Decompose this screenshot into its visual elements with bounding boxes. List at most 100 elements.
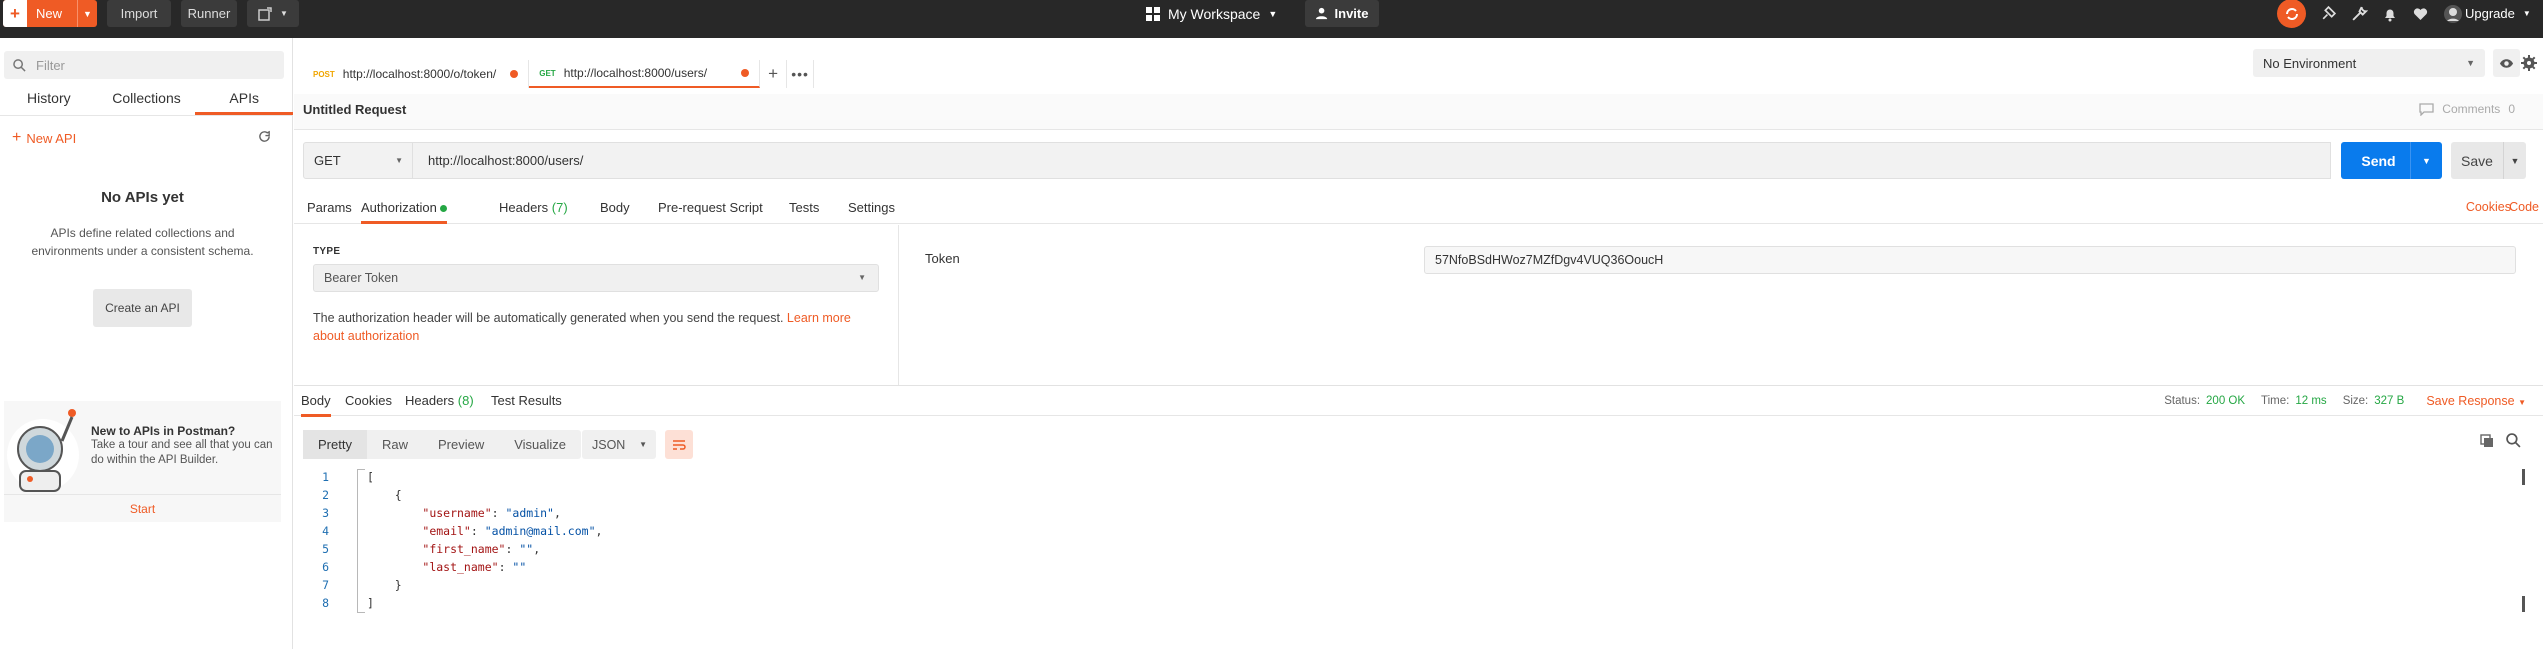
chevron-down-icon[interactable]: ▼ — [2410, 142, 2442, 179]
cookies-link[interactable]: Cookies — [2466, 200, 2511, 214]
json-punct: { — [394, 488, 402, 502]
wrap-lines-button[interactable] — [665, 430, 693, 459]
avatar-icon[interactable] — [2443, 4, 2463, 24]
auth-info-text: The authorization header will be automat… — [313, 309, 873, 345]
satellite-icon[interactable] — [2320, 5, 2337, 22]
tab-settings[interactable]: Settings — [848, 200, 895, 215]
plus-icon: + — [3, 0, 27, 27]
code-line: 3 "username": "admin", — [294, 504, 561, 522]
line-number: 6 — [322, 560, 329, 574]
line-number: 5 — [322, 542, 329, 556]
token-label: Token — [925, 251, 960, 266]
save-response-button[interactable]: Save Response ▼ — [2426, 394, 2526, 408]
tab-authorization[interactable]: Authorization — [361, 200, 447, 224]
tab-test-results[interactable]: Test Results — [491, 393, 562, 408]
auth-type-select[interactable]: Bearer Token ▼ — [313, 264, 879, 292]
new-tab-button[interactable]: + — [760, 60, 788, 88]
token-input[interactable]: 57NfoBSdHWoz7MZfDgv4VUQ36OoucH — [1424, 246, 2516, 274]
search-icon[interactable] — [2506, 433, 2521, 448]
url-input[interactable]: http://localhost:8000/users/ — [413, 142, 2331, 179]
new-window-button[interactable]: ▼ — [247, 0, 299, 27]
new-api-button[interactable]: + New API — [12, 129, 76, 147]
top-icons — [2277, 0, 2463, 28]
view-preview[interactable]: Preview — [423, 430, 499, 459]
format-select[interactable]: JSON ▼ — [582, 430, 656, 459]
tab-history[interactable]: History — [0, 86, 98, 115]
tab-response-body[interactable]: Body — [301, 393, 331, 417]
bracket-highlight — [357, 469, 365, 613]
json-punct: ] — [367, 596, 374, 610]
tab-collections[interactable]: Collections — [98, 86, 196, 115]
json-string: "" — [519, 542, 534, 556]
bell-icon[interactable] — [2382, 6, 2398, 22]
send-label: Send — [2361, 152, 2396, 169]
chevron-down-icon: ▼ — [1268, 8, 1278, 19]
view-visualize[interactable]: Visualize — [499, 430, 581, 459]
line-number: 7 — [322, 578, 329, 592]
create-api-button[interactable]: Create an API — [93, 289, 192, 327]
import-button[interactable]: Import — [107, 0, 171, 27]
upgrade-button[interactable]: Upgrade ▼ — [2465, 0, 2543, 27]
comments-label: Comments — [2442, 102, 2501, 116]
chevron-down-icon: ▼ — [858, 273, 866, 282]
json-punct: [ — [367, 470, 374, 484]
promo-start-button[interactable]: Start — [4, 494, 281, 522]
comments-button[interactable]: Comments 0 — [2419, 102, 2515, 116]
empty-description: APIs define related collections and envi… — [31, 226, 254, 258]
view-raw[interactable]: Raw — [367, 430, 423, 459]
wrench-icon[interactable] — [2351, 5, 2368, 22]
plus-icon: + — [768, 64, 779, 83]
request-tabs: POST http://localhost:8000/o/token/ GET … — [303, 60, 815, 88]
tab-apis[interactable]: APIs — [195, 86, 294, 115]
heart-icon[interactable] — [2412, 6, 2429, 22]
tab-options-button[interactable]: ••• — [787, 60, 815, 88]
line-number: 3 — [322, 506, 329, 520]
tab-prerequest-script[interactable]: Pre-request Script — [658, 200, 763, 215]
active-dot — [439, 205, 447, 213]
code-line: 4 "email": "admin@mail.com", — [294, 522, 602, 540]
runner-button[interactable]: Runner — [181, 0, 237, 27]
sync-icon[interactable] — [2277, 0, 2306, 28]
gear-icon — [2521, 55, 2537, 71]
tab-body[interactable]: Body — [600, 200, 630, 215]
method-select[interactable]: GET ▼ — [303, 142, 413, 179]
send-button[interactable]: Send ▼ — [2341, 142, 2442, 179]
tab-params[interactable]: Params — [307, 200, 352, 215]
request-tab-active[interactable]: GET http://localhost:8000/users/ — [529, 60, 761, 88]
code-link[interactable]: Code — [2509, 200, 2539, 214]
sidebar-tabs: History Collections APIs — [0, 86, 294, 116]
request-tab[interactable]: POST http://localhost:8000/o/token/ — [303, 60, 530, 88]
status-value: 200 OK — [2206, 395, 2246, 407]
save-button[interactable]: Save ▼ — [2451, 142, 2526, 179]
tab-headers[interactable]: Headers (7) — [499, 200, 568, 215]
headers-count: (7) — [551, 200, 568, 215]
empty-title: No APIs yet — [101, 189, 184, 206]
tab-response-headers-label: Headers — [405, 393, 455, 408]
invite-button[interactable]: Invite — [1305, 0, 1379, 27]
chevron-down-icon: ▼ — [2522, 9, 2531, 18]
refresh-icon[interactable] — [258, 130, 271, 143]
scrollbar-marker — [2522, 469, 2525, 485]
response-body[interactable]: 1[2 {3 "username": "admin", 4 "email": "a… — [294, 468, 2524, 618]
json-punct: , — [595, 524, 603, 538]
copy-icon[interactable] — [2480, 434, 2494, 448]
tab-tests[interactable]: Tests — [789, 200, 819, 215]
view-pretty[interactable]: Pretty — [303, 430, 367, 459]
new-button[interactable]: + New ▼ — [3, 0, 97, 27]
environment-select[interactable]: No Environment ▼ — [2253, 49, 2485, 77]
filter-input[interactable]: Filter — [4, 51, 284, 79]
tab-response-headers[interactable]: Headers (8) — [405, 393, 474, 408]
save-label: Save — [2461, 152, 2493, 169]
manage-environments-button[interactable] — [2515, 49, 2543, 77]
chevron-down-icon[interactable]: ▼ — [2503, 142, 2526, 179]
code-line: 7 } — [294, 576, 402, 594]
workspace-switcher[interactable]: My Workspace ▼ — [1146, 0, 1277, 27]
chevron-down-icon[interactable]: ▼ — [77, 0, 97, 27]
chevron-down-icon: ▼ — [2466, 58, 2475, 68]
request-title[interactable]: Untitled Request — [303, 102, 406, 117]
tab-response-cookies[interactable]: Cookies — [345, 393, 392, 408]
json-string: "admin@mail.com" — [484, 524, 596, 538]
